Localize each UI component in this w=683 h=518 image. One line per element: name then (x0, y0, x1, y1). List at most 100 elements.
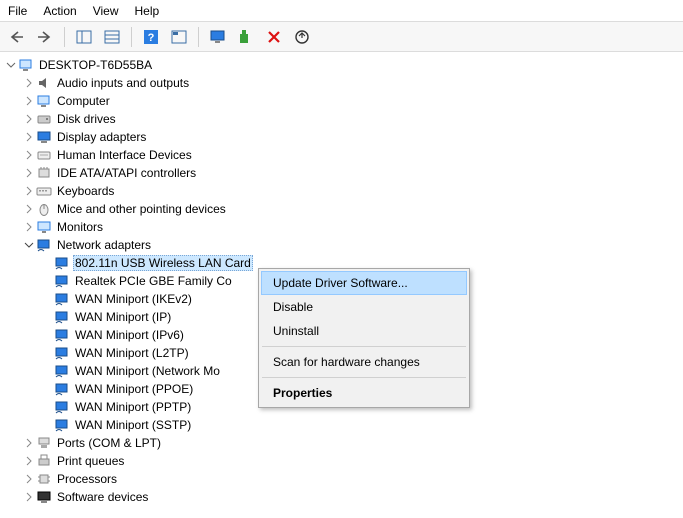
disk-icon (36, 111, 52, 127)
adapter-label: WAN Miniport (PPTP) (73, 400, 193, 414)
expand-icon[interactable] (22, 168, 36, 178)
expand-icon[interactable] (22, 204, 36, 214)
menu-help[interactable]: Help (135, 4, 160, 18)
tree-item-processors[interactable]: Processors (0, 470, 683, 488)
adapter-label: WAN Miniport (PPOE) (73, 382, 195, 396)
forward-arrow-icon (37, 30, 53, 44)
adapter-label: WAN Miniport (IPv6) (73, 328, 186, 342)
tree-item-monitors[interactable]: Monitors (0, 218, 683, 236)
tree-item-ports[interactable]: Ports (COM & LPT) (0, 434, 683, 452)
forward-button[interactable] (34, 26, 56, 48)
software-icon (36, 489, 52, 505)
expand-icon[interactable] (22, 78, 36, 88)
expand-icon[interactable] (22, 456, 36, 466)
tree-item-disk[interactable]: Disk drives (0, 110, 683, 128)
tree-root[interactable]: DESKTOP-T6D55BA (0, 56, 683, 74)
tree-item-hid[interactable]: Human Interface Devices (0, 146, 683, 164)
tree-item-adapter[interactable]: WAN Miniport (SSTP) (0, 416, 683, 434)
update-circle-icon (294, 29, 310, 45)
ctx-separator (262, 346, 466, 347)
add-hardware-icon (238, 29, 254, 45)
menu-action[interactable]: Action (43, 4, 76, 18)
tree-item-computer[interactable]: Computer (0, 92, 683, 110)
collapse-icon[interactable] (4, 60, 18, 70)
tree-label: Processors (55, 472, 119, 486)
tree-label: Software devices (55, 490, 150, 504)
pane-icon (76, 30, 92, 44)
toolbar-separator (64, 27, 65, 47)
root-label: DESKTOP-T6D55BA (37, 58, 154, 72)
tree-item-network[interactable]: Network adapters (0, 236, 683, 254)
tree-label: Keyboards (55, 184, 116, 198)
tree-item-printqueues[interactable]: Print queues (0, 452, 683, 470)
adapter-label: Realtek PCIe GBE Family Co (73, 274, 234, 288)
ctx-update-driver[interactable]: Update Driver Software... (261, 271, 467, 295)
adapter-label: WAN Miniport (L2TP) (73, 346, 191, 360)
ctx-separator (262, 377, 466, 378)
ctx-properties[interactable]: Properties (261, 381, 467, 405)
network-adapter-icon (54, 327, 70, 343)
network-adapter-icon (54, 381, 70, 397)
expand-icon[interactable] (22, 492, 36, 502)
expand-icon[interactable] (22, 186, 36, 196)
back-button[interactable] (6, 26, 28, 48)
expand-icon[interactable] (22, 114, 36, 124)
ctx-disable[interactable]: Disable (261, 295, 467, 319)
tree-item-mice[interactable]: Mice and other pointing devices (0, 200, 683, 218)
tree-item-ide[interactable]: IDE ATA/ATAPI controllers (0, 164, 683, 182)
tree-label: Monitors (55, 220, 105, 234)
network-adapter-icon (54, 273, 70, 289)
context-menu: Update Driver Software... Disable Uninst… (258, 268, 470, 408)
tree-label: Mice and other pointing devices (55, 202, 228, 216)
menu-view[interactable]: View (93, 4, 119, 18)
adapter-label: WAN Miniport (IKEv2) (73, 292, 194, 306)
tree-label: Computer (55, 94, 112, 108)
adapter-label: WAN Miniport (SSTP) (73, 418, 193, 432)
expand-icon[interactable] (22, 96, 36, 106)
scan-hardware-button[interactable] (207, 26, 229, 48)
expand-icon[interactable] (22, 438, 36, 448)
toolbar-separator (131, 27, 132, 47)
menubar: File Action View Help (0, 0, 683, 22)
ctx-uninstall[interactable]: Uninstall (261, 319, 467, 343)
display-icon (36, 129, 52, 145)
expand-icon[interactable] (22, 222, 36, 232)
svg-text:?: ? (148, 32, 155, 44)
uninstall-button[interactable] (263, 26, 285, 48)
delete-x-icon (267, 30, 281, 44)
network-adapter-icon (54, 309, 70, 325)
tree-label: Network adapters (55, 238, 153, 252)
collapse-icon[interactable] (22, 240, 36, 250)
tree-label: Ports (COM & LPT) (55, 436, 163, 450)
tree-label: Display adapters (55, 130, 148, 144)
tree-item-software[interactable]: Software devices (0, 488, 683, 506)
toolbar: ? (0, 22, 683, 52)
hid-icon (36, 147, 52, 163)
update-driver-button[interactable] (291, 26, 313, 48)
tree-item-keyboards[interactable]: Keyboards (0, 182, 683, 200)
adapter-label: 802.11n USB Wireless LAN Card (73, 255, 253, 271)
network-adapter-icon (54, 291, 70, 307)
keyboard-icon (36, 183, 52, 199)
back-arrow-icon (9, 30, 25, 44)
help-button[interactable]: ? (140, 26, 162, 48)
audio-icon (36, 75, 52, 91)
ctx-scan-hardware[interactable]: Scan for hardware changes (261, 350, 467, 374)
properties-button[interactable] (101, 26, 123, 48)
tree-label: Disk drives (55, 112, 118, 126)
network-adapter-icon (54, 345, 70, 361)
expand-icon[interactable] (22, 132, 36, 142)
monitor-scan-icon (210, 29, 226, 45)
computer-icon (18, 57, 34, 73)
expand-icon[interactable] (22, 150, 36, 160)
show-hide-tree-button[interactable] (73, 26, 95, 48)
expand-icon[interactable] (22, 474, 36, 484)
menu-file[interactable]: File (8, 4, 27, 18)
action-pane-button[interactable] (168, 26, 190, 48)
tree-label: Print queues (55, 454, 126, 468)
mouse-icon (36, 201, 52, 217)
add-legacy-button[interactable] (235, 26, 257, 48)
network-adapter-icon (54, 255, 70, 271)
tree-item-display[interactable]: Display adapters (0, 128, 683, 146)
tree-item-audio[interactable]: Audio inputs and outputs (0, 74, 683, 92)
